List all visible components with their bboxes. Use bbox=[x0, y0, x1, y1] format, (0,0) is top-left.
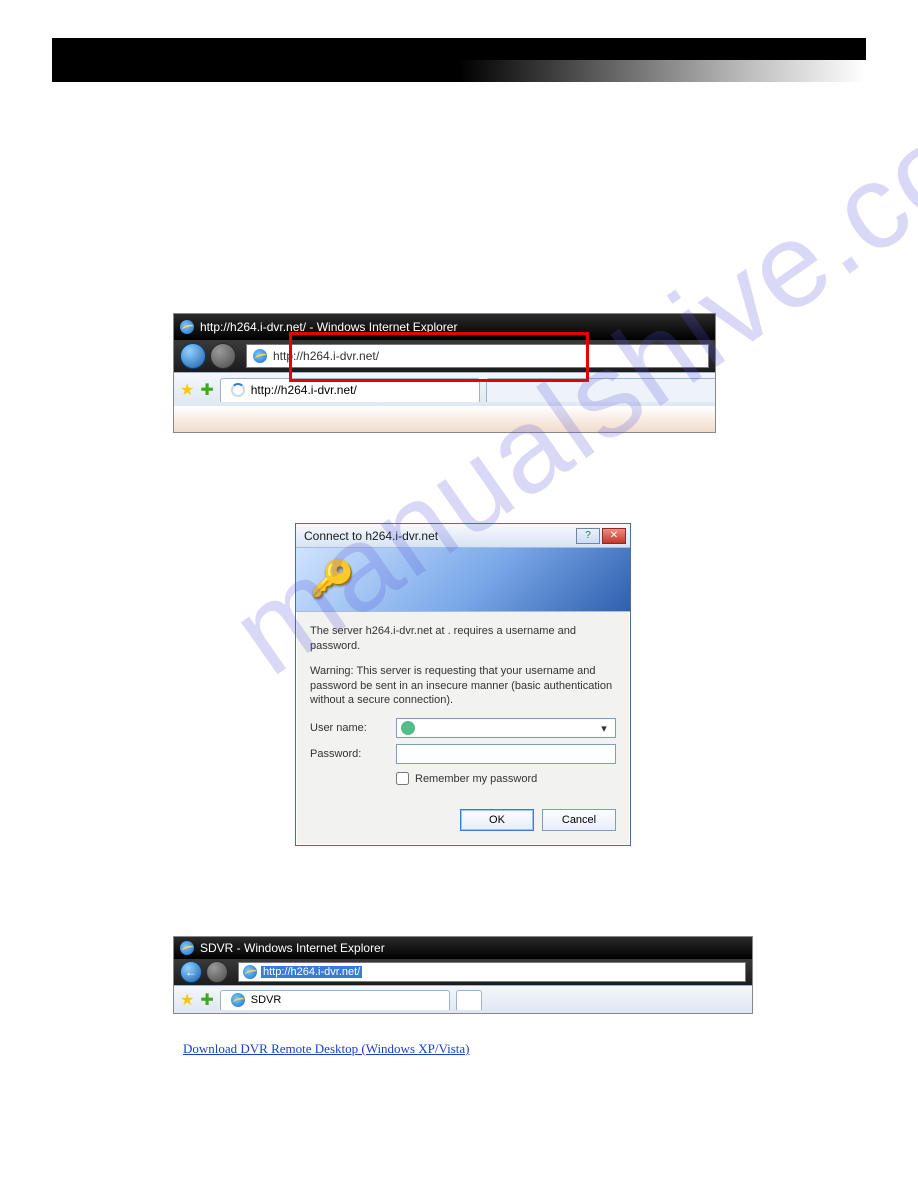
ie-logo-icon bbox=[180, 941, 194, 955]
ok-button[interactable]: OK bbox=[460, 809, 534, 831]
address-bar[interactable]: http://h264.i-dvr.net/ bbox=[246, 344, 709, 368]
ie1-nav-toolbar: http://h264.i-dvr.net/ bbox=[174, 340, 715, 372]
new-tab-button[interactable] bbox=[486, 378, 716, 402]
dialog-message-1: The server h264.i-dvr.net at . requires … bbox=[310, 624, 616, 654]
new-tab-button[interactable] bbox=[456, 990, 482, 1010]
auth-dialog: Connect to h264.i-dvr.net ? ✕ 🔑 The serv… bbox=[295, 523, 631, 846]
ie1-tab-row: ★ ✚ http://h264.i-dvr.net/ bbox=[174, 372, 715, 406]
tab-label: SDVR bbox=[251, 994, 282, 1006]
keys-icon: 🔑 bbox=[310, 558, 355, 600]
dialog-title-text: Connect to h264.i-dvr.net bbox=[304, 529, 438, 543]
back-button[interactable] bbox=[180, 343, 206, 369]
tab-label: http://h264.i-dvr.net/ bbox=[251, 383, 357, 397]
forward-button[interactable] bbox=[210, 343, 236, 369]
ie-logo-icon bbox=[180, 320, 194, 334]
ie-favicon-icon bbox=[243, 965, 257, 979]
password-label: Password: bbox=[310, 748, 396, 760]
favorites-star-icon[interactable]: ★ bbox=[180, 380, 194, 400]
address-bar-text: http://h264.i-dvr.net/ bbox=[273, 349, 379, 363]
ie1-titlebar: http://h264.i-dvr.net/ - Windows Interne… bbox=[174, 314, 715, 340]
dialog-banner: 🔑 bbox=[296, 548, 630, 612]
browser-tab[interactable]: SDVR bbox=[220, 990, 450, 1010]
ie1-window-title: http://h264.i-dvr.net/ - Windows Interne… bbox=[200, 320, 457, 334]
help-button[interactable]: ? bbox=[576, 528, 600, 544]
dropdown-arrow-icon[interactable]: ▾ bbox=[597, 722, 611, 735]
ie-favicon-icon bbox=[253, 349, 267, 363]
favorites-star-icon[interactable]: ★ bbox=[180, 990, 194, 1010]
remember-checkbox[interactable] bbox=[396, 772, 409, 785]
add-favorite-icon[interactable]: ✚ bbox=[200, 990, 213, 1010]
address-bar-text: http://h264.i-dvr.net/ bbox=[261, 966, 362, 978]
browser-tab[interactable]: http://h264.i-dvr.net/ bbox=[220, 378, 480, 402]
dialog-titlebar: Connect to h264.i-dvr.net ? ✕ bbox=[296, 524, 630, 548]
username-label: User name: bbox=[310, 722, 396, 734]
add-favorite-icon[interactable]: ✚ bbox=[200, 380, 213, 400]
cancel-button[interactable]: Cancel bbox=[542, 809, 616, 831]
ie-favicon-icon bbox=[231, 993, 245, 1007]
dialog-message-2: Warning: This server is requesting that … bbox=[310, 664, 616, 709]
loading-spinner-icon bbox=[231, 383, 245, 397]
back-button[interactable]: ← bbox=[180, 961, 202, 983]
dialog-button-row: OK Cancel bbox=[296, 799, 630, 845]
download-link[interactable]: Download DVR Remote Desktop (Windows XP/… bbox=[183, 1041, 469, 1057]
username-input[interactable]: ▾ bbox=[396, 718, 616, 738]
ie-window-1: http://h264.i-dvr.net/ - Windows Interne… bbox=[173, 313, 716, 433]
password-input[interactable] bbox=[396, 744, 616, 764]
ie2-nav-toolbar: ← http://h264.i-dvr.net/ bbox=[174, 959, 752, 985]
ie2-tab-row: ★ ✚ SDVR bbox=[174, 985, 752, 1013]
dialog-body: The server h264.i-dvr.net at . requires … bbox=[296, 612, 630, 799]
close-button[interactable]: ✕ bbox=[602, 528, 626, 544]
ie-window-2: SDVR - Windows Internet Explorer ← http:… bbox=[173, 936, 753, 1014]
ie2-titlebar: SDVR - Windows Internet Explorer bbox=[174, 937, 752, 959]
address-bar[interactable]: http://h264.i-dvr.net/ bbox=[238, 962, 746, 982]
person-icon bbox=[401, 721, 415, 735]
forward-button[interactable] bbox=[206, 961, 228, 983]
remember-label: Remember my password bbox=[415, 773, 537, 785]
ie1-content-area bbox=[174, 406, 715, 433]
ie2-window-title: SDVR - Windows Internet Explorer bbox=[200, 941, 385, 955]
page-header-bar bbox=[52, 38, 866, 82]
